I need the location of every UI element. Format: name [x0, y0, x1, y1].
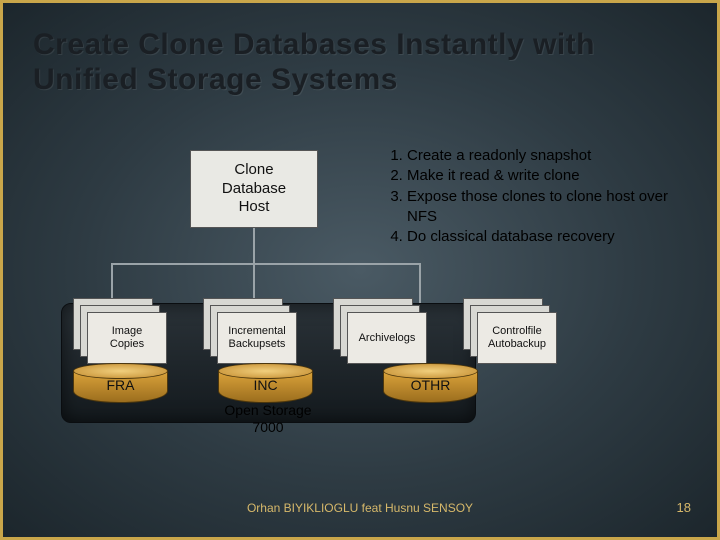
footer-author: Orhan BIYIKLIOGLU feat Husnu SENSOY: [3, 501, 717, 515]
page-number: 18: [677, 500, 691, 515]
slide: Create Clone Databases Instantly with Un…: [0, 0, 720, 540]
cylinder-fra: FRA: [73, 363, 168, 403]
steps-list: Create a readonly snapshot Make it read …: [385, 146, 697, 247]
doc-stack-label: Archivelogs: [347, 312, 427, 364]
cylinder-othr: OTHR: [383, 363, 478, 403]
connector-line: [111, 263, 421, 265]
clone-host-box: Clone Database Host: [190, 150, 318, 228]
doc-stack-label: Incremental Backupsets: [217, 312, 297, 364]
doc-stack-incremental-backupsets: Incremental Backupsets: [203, 298, 313, 368]
page-title: Create Clone Databases Instantly with Un…: [33, 27, 687, 98]
cylinder-label: OTHR: [383, 377, 478, 393]
doc-stack-label: Controlfile Autobackup: [477, 312, 557, 364]
clone-host-label: Clone Database Host: [222, 161, 286, 217]
storage-appliance-label: Open Storage 7000: [188, 402, 348, 436]
doc-stack-image-copies: Image Copies: [73, 298, 183, 368]
connector-line: [253, 228, 255, 263]
cylinder-inc: INC: [218, 363, 313, 403]
doc-stack-archivelogs: Archivelogs: [333, 298, 443, 368]
doc-stack-controlfile-autobackup: Controlfile Autobackup: [463, 298, 573, 368]
cylinder-label: INC: [218, 377, 313, 393]
step-item: Do classical database recovery: [407, 227, 697, 247]
cylinder-label: FRA: [73, 377, 168, 393]
step-item: Create a readonly snapshot: [407, 146, 697, 166]
step-item: Expose those clones to clone host over N…: [407, 187, 697, 228]
doc-stack-label: Image Copies: [87, 312, 167, 364]
step-item: Make it read & write clone: [407, 166, 697, 186]
